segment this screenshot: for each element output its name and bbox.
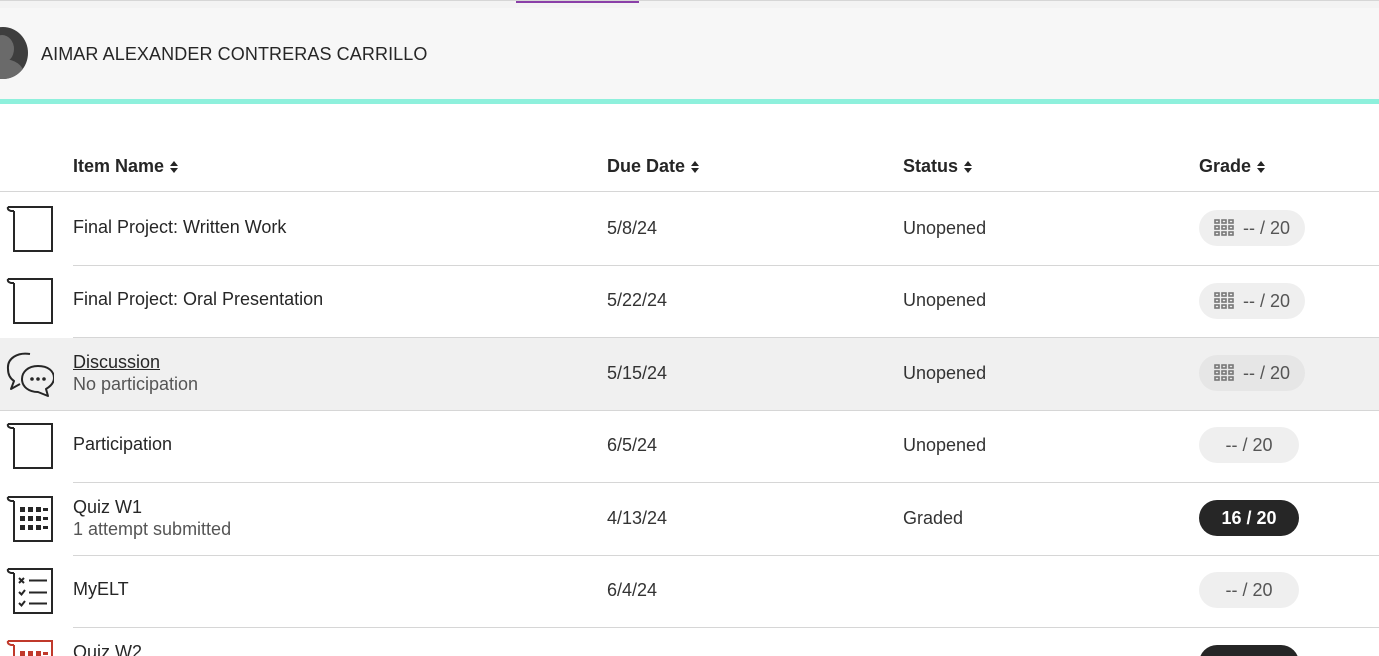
column-header-item-name-label: Item Name xyxy=(73,156,165,176)
discussion-link[interactable]: Discussion xyxy=(73,352,160,373)
due-date: 5/15/24 xyxy=(607,363,668,383)
due-date: 6/5/24 xyxy=(607,435,658,455)
grade-pill[interactable]: -- / 20 xyxy=(1199,355,1305,391)
top-navigation-strip xyxy=(0,0,1379,8)
column-header-status-label: Status xyxy=(903,156,959,176)
grade-pill[interactable]: 16 / 20 xyxy=(1199,500,1299,536)
table-row[interactable]: Participation 6/5/24 Unopened -- / 20 xyxy=(0,411,1379,483)
grade-value: 16 / 20 xyxy=(1221,507,1277,528)
item-subtitle: No participation xyxy=(73,374,199,394)
grade-pill[interactable]: -- / 20 xyxy=(1199,427,1299,463)
table-row[interactable]: Final Project: Oral Presentation 5/22/24… xyxy=(0,266,1379,338)
student-name: AIMAR ALEXANDER CONTRERAS CARRILLO xyxy=(41,44,428,64)
item-title[interactable]: Participation xyxy=(73,434,172,455)
rubric-grid-icon xyxy=(1214,292,1235,310)
grade-value: -- / 20 xyxy=(1242,290,1290,311)
avatar[interactable] xyxy=(0,27,28,79)
table-row[interactable]: Quiz W1 1 attempt submitted 4/13/24 Grad… xyxy=(0,483,1379,556)
item-title[interactable]: Final Project: Written Work xyxy=(73,217,286,238)
status-text: Unopened xyxy=(903,290,987,310)
table-row[interactable]: MyELT 6/4/24 -- / 20 xyxy=(0,556,1379,628)
due-date: 4/13/24 xyxy=(607,508,668,528)
column-header-grade-label: Grade xyxy=(1199,156,1252,176)
column-header-item-name[interactable]: Item Name xyxy=(73,156,179,177)
item-subtitle: 1 attempt submitted xyxy=(73,519,232,539)
grade-pill[interactable]: -- / 20 xyxy=(1199,283,1305,319)
rubric-grid-icon xyxy=(1214,364,1235,382)
due-date: 6/4/24 xyxy=(607,580,658,600)
status-text: Unopened xyxy=(903,363,987,383)
table-row[interactable]: Quiz W2 xyxy=(0,628,1379,656)
grade-value: -- / 20 xyxy=(1242,217,1290,238)
sort-icon xyxy=(963,160,973,174)
table-row[interactable]: Discussion No participation 5/15/24 Unop… xyxy=(0,338,1379,411)
test-icon xyxy=(6,496,53,542)
grade-pill[interactable]: -- / 20 xyxy=(1199,572,1299,608)
status-text: Graded xyxy=(903,508,964,528)
grade-value: -- / 20 xyxy=(1225,434,1273,455)
item-title[interactable]: Quiz W2 xyxy=(73,642,142,656)
item-title[interactable]: MyELT xyxy=(73,579,129,600)
item-title[interactable]: Quiz W1 xyxy=(73,497,142,518)
grade-pill[interactable]: -- / 20 xyxy=(1199,210,1305,246)
status-text: Unopened xyxy=(903,218,987,238)
document-icon xyxy=(6,423,53,469)
due-date: 5/22/24 xyxy=(607,290,668,310)
due-date: 5/8/24 xyxy=(607,218,658,238)
header-accent-divider xyxy=(0,99,1379,104)
document-icon xyxy=(6,206,53,252)
column-header-due-date[interactable]: Due Date xyxy=(607,156,700,177)
discussion-icon xyxy=(6,352,54,397)
column-header-grade[interactable]: Grade xyxy=(1199,156,1266,177)
student-header: AIMAR ALEXANDER CONTRERAS CARRILLO xyxy=(0,8,1379,99)
column-header-status[interactable]: Status xyxy=(903,156,973,177)
sort-icon xyxy=(169,160,179,174)
column-header-due-date-label: Due Date xyxy=(607,156,686,176)
active-tab-indicator xyxy=(516,1,639,3)
status-text: Unopened xyxy=(903,435,987,455)
document-icon xyxy=(6,278,53,324)
table-row[interactable]: Final Project: Written Work 5/8/24 Unope… xyxy=(0,192,1379,266)
test-icon xyxy=(6,640,53,656)
checklist-icon xyxy=(6,568,53,614)
grade-value: -- / 20 xyxy=(1242,362,1290,383)
sort-icon xyxy=(690,160,700,174)
item-title[interactable]: Final Project: Oral Presentation xyxy=(73,289,323,310)
rubric-grid-icon xyxy=(1214,219,1235,237)
grade-value: -- / 20 xyxy=(1225,579,1273,600)
avatar-shoulder-shape xyxy=(0,59,24,79)
grade-pill[interactable] xyxy=(1199,645,1299,656)
sort-icon xyxy=(1256,160,1266,174)
